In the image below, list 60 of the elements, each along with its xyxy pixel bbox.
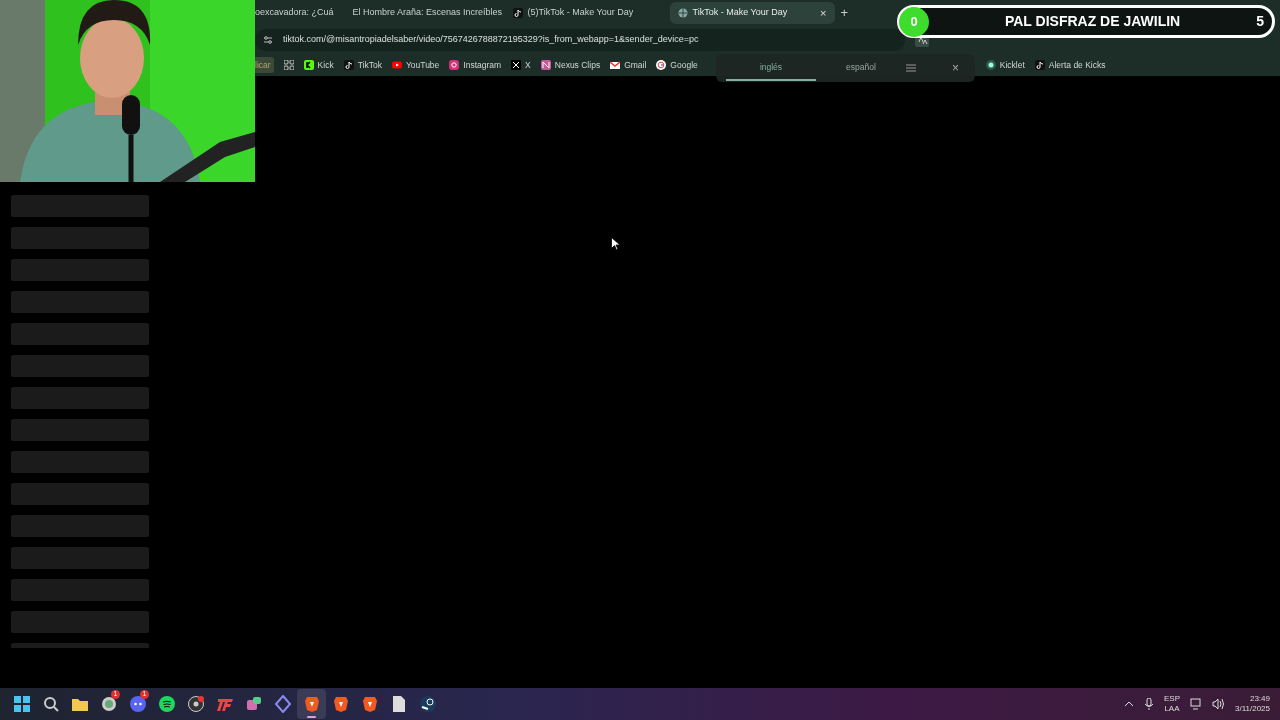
google-icon [656, 60, 667, 70]
nexus-icon [540, 60, 551, 70]
bookmark[interactable]: X [511, 58, 531, 72]
steam-icon [418, 695, 437, 713]
clock-date[interactable]: 3/11/2025 [1235, 704, 1270, 715]
network-icon [1190, 698, 1202, 710]
bookmark[interactable]: Gmail [610, 58, 647, 72]
apps-grid-icon[interactable] [283, 60, 294, 70]
bookmark[interactable]: Kicklet [985, 58, 1025, 72]
site-settings-icon[interactable] [263, 35, 273, 45]
browser-tab[interactable]: oexcavadora: ¿Cuá [255, 2, 340, 24]
language-indicator[interactable]: ESP [1164, 693, 1180, 704]
goal-count: 5 [1256, 12, 1264, 31]
taskbar-app[interactable] [297, 689, 326, 719]
x-icon [511, 60, 522, 70]
music-icon [157, 695, 176, 713]
close-button[interactable]: × [946, 58, 965, 78]
address-bar[interactable]: tiktok.com/@misantropiadelsaber/video/7567426788872195329?is_from_webapp=1&sender_device=pc [255, 29, 905, 51]
language-tab[interactable]: español [816, 55, 906, 81]
kick-icon [303, 60, 314, 70]
language-indicator[interactable]: LAA [1164, 704, 1180, 715]
mail-icon [610, 60, 621, 70]
bookmark[interactable]: YouTube [391, 58, 440, 72]
volume-icon [1212, 698, 1225, 710]
microphone-icon [1144, 698, 1154, 710]
tiktok-icon [512, 8, 523, 18]
lion-shield-icon [331, 695, 350, 713]
url-text: tiktok.com/@misantropiadelsaber/video/7567426788872195329?is_from_webapp=1&sender_device=pc [283, 33, 699, 47]
play-icon [391, 60, 402, 70]
tiktok-icon [1034, 60, 1045, 70]
lion-shield-icon [302, 695, 321, 713]
language-tab[interactable]: inglés [726, 55, 816, 81]
bookmark[interactable]: Google [656, 58, 698, 72]
bookmark[interactable]: Alerta de Kicks [1034, 58, 1106, 72]
record-icon [186, 695, 205, 713]
kicklet-icon [985, 60, 996, 70]
bookmark[interactable]: Instagram [449, 58, 502, 72]
close-tab-icon[interactable]: × [820, 4, 827, 22]
menu-icon [906, 64, 916, 72]
browser-tab[interactable]: TikTok - Make Your Day × [669, 2, 835, 24]
new-tab-button[interactable]: + [834, 3, 855, 23]
chat-bubble-icon [99, 695, 118, 713]
mouse-cursor-icon [611, 237, 620, 251]
counter-title: PAL DISFRAZ DE JAWILIN [1003, 12, 1182, 31]
browser-tab[interactable]: El Hombre Araña: Escenas Increíbles [339, 2, 505, 24]
bookmark[interactable]: Nexus Clips [540, 58, 601, 72]
search-icon [41, 695, 60, 713]
diamond-icon [273, 695, 292, 713]
globe-icon [677, 8, 688, 18]
chat-icon [244, 695, 263, 713]
bookmark[interactable]: TikTok [343, 58, 382, 72]
camera-icon [449, 60, 460, 70]
gamepad-icon [128, 695, 147, 713]
clock-time[interactable]: 23:49 [1249, 693, 1270, 704]
tiktok-icon [343, 60, 354, 70]
bookmark[interactable]: Kick [303, 58, 334, 72]
browser-tab[interactable]: (5)TikTok - Make Your Day [504, 2, 670, 24]
chevron-up-icon [1124, 700, 1134, 708]
windows-icon [12, 695, 31, 713]
lion-shield-icon [360, 695, 379, 713]
